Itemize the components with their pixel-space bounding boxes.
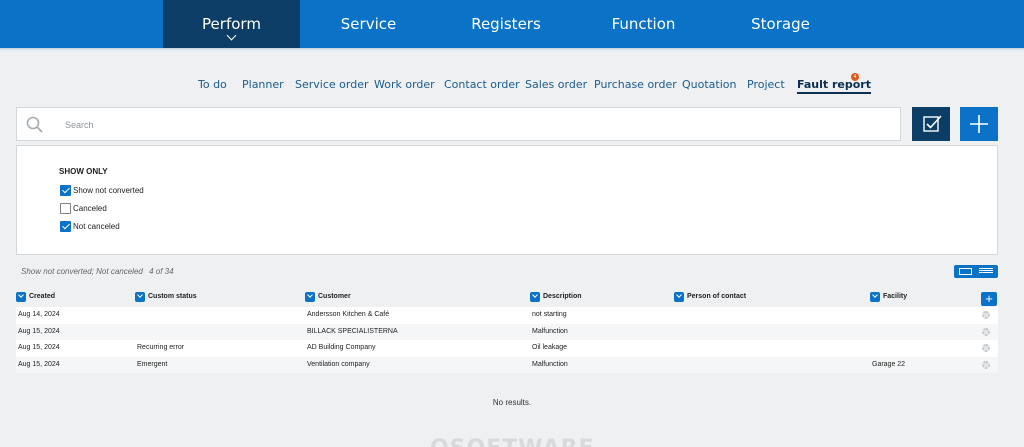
nav-tab-label: Function [611, 15, 676, 33]
nav-tab-label: Registers [471, 15, 541, 33]
cell-customer: BILLACK SPECIALISTERNA [307, 327, 398, 335]
filter-heading: SHOW ONLY [59, 167, 108, 176]
cell-created: Aug 15, 2024 [18, 344, 60, 351]
chevron-down-icon[interactable] [305, 292, 315, 302]
cell-custom-status: Recurring error [137, 344, 185, 351]
subnav-item-todo[interactable]: To do [198, 78, 227, 91]
nav-tab-storage[interactable]: Storage [712, 0, 849, 48]
gear-icon[interactable] [982, 327, 990, 336]
column-label: Created [29, 293, 56, 300]
plus-icon [970, 115, 988, 133]
card-view-icon[interactable] [959, 268, 972, 275]
sub-navigation: To do Planner Service order Work order C… [0, 73, 1024, 94]
list-view-icon[interactable] [979, 268, 993, 275]
column-label: Customer [318, 293, 351, 300]
column-label: Description [543, 293, 582, 300]
subnav-item-planner[interactable]: Planner [242, 78, 284, 91]
table-row[interactable]: Aug 14, 2024 Andersson Kitchen & Café no… [16, 307, 998, 324]
add-button[interactable] [960, 107, 998, 141]
nav-tab-service[interactable]: Service [300, 0, 437, 48]
subnav-item-work-order[interactable]: Work order [374, 78, 435, 91]
subnav-item-service-order[interactable]: Service order [295, 78, 368, 91]
summary-filters-text: Show not converted; Not canceled [21, 267, 143, 276]
cell-description: Malfunction [532, 360, 568, 368]
checkbox-checked[interactable] [60, 185, 71, 196]
filter-label: Canceled [73, 204, 107, 213]
cell-customer: Ventilation company [307, 360, 370, 368]
gear-icon[interactable] [982, 360, 990, 369]
cell-custom-status: Emergent [137, 360, 168, 368]
chevron-down-icon[interactable] [870, 292, 880, 302]
footer-logo: OSOFTWARE [430, 436, 595, 447]
subnav-item-contact-order[interactable]: Contact order [444, 78, 520, 91]
chevron-down-icon[interactable] [16, 292, 26, 302]
cell-created: Aug 14, 2024 [18, 311, 60, 318]
table-body: Aug 14, 2024 Andersson Kitchen & Café no… [16, 307, 998, 373]
add-column-button[interactable]: + [981, 292, 997, 306]
filter-label: Show not converted [73, 186, 144, 195]
search-bar [16, 107, 901, 141]
cell-created: Aug 15, 2024 [18, 360, 60, 368]
gear-icon[interactable] [982, 344, 990, 352]
chevron-down-icon[interactable] [530, 292, 540, 302]
search-icon [26, 116, 43, 133]
cell-description: Oil leakage [532, 344, 568, 351]
column-label: Custom status [148, 293, 197, 300]
nav-divider [0, 48, 1024, 51]
column-label: Person of contact [687, 293, 747, 300]
search-input[interactable] [65, 116, 885, 133]
table-header: Created Custom status Customer Descripti… [16, 292, 998, 306]
table-row[interactable]: Aug 15, 2024 BILLACK SPECIALISTERNA Malf… [16, 323, 998, 340]
result-summary: Show not converted; Not canceled 4 of 34 [21, 267, 174, 276]
subnav-item-purchase-order[interactable]: Purchase order [594, 78, 677, 91]
subnav-item-quotation[interactable]: Quotation [682, 78, 736, 91]
cell-customer: Andersson Kitchen & Café [307, 311, 390, 318]
main-navigation: Perform Service Registers Function Stora… [0, 0, 1024, 48]
plus-icon: + [985, 291, 993, 306]
checkbox-checked[interactable] [60, 221, 71, 232]
chevron-down-icon[interactable] [674, 292, 684, 302]
table-row[interactable]: Aug 15, 2024 Recurring error AD Building… [16, 340, 998, 357]
checkbox-unchecked[interactable] [60, 203, 71, 214]
nav-tab-function[interactable]: Function [575, 0, 712, 48]
subnav-item-sales-order[interactable]: Sales order [525, 78, 587, 91]
nav-tab-label: Service [340, 15, 397, 33]
nav-tab-perform[interactable]: Perform [163, 0, 300, 48]
cell-description: Malfunction [532, 327, 568, 335]
subnav-item-project[interactable]: Project [747, 78, 785, 91]
checkbox-check-icon [923, 115, 942, 132]
chevron-down-icon[interactable] [135, 292, 145, 302]
filter-toggle-button[interactable] [912, 107, 950, 141]
cell-description: not starting [532, 311, 567, 318]
cell-customer: AD Building Company [307, 344, 376, 351]
cell-created: Aug 15, 2024 [18, 327, 60, 335]
filter-label: Not canceled [73, 222, 120, 231]
notification-badge: 4 [851, 73, 859, 81]
view-toggle [954, 265, 998, 278]
filter-panel: SHOW ONLY Show not converted Canceled No… [16, 145, 998, 255]
column-label: Facility [883, 293, 908, 300]
no-results-text: No results. [492, 398, 532, 407]
summary-count: 4 of 34 [149, 267, 174, 276]
nav-tab-registers[interactable]: Registers [437, 0, 575, 48]
nav-tab-label: Storage [751, 15, 810, 33]
gear-icon[interactable] [982, 311, 990, 319]
cell-facility: Garage 22 [872, 360, 906, 368]
table-row[interactable]: Aug 15, 2024 Emergent Ventilation compan… [16, 356, 998, 373]
subnav-item-fault-report[interactable]: Fault report [797, 78, 871, 94]
